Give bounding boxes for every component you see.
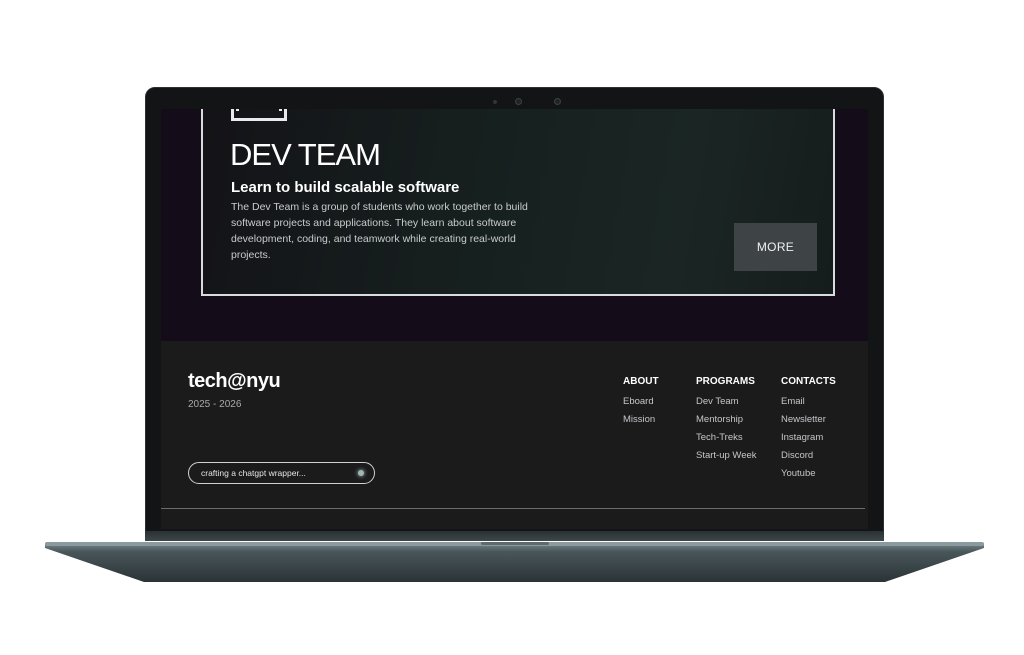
status-pill: crafting a chatgpt wrapper... [188,462,375,484]
sensor-dot-icon [493,100,497,104]
footer-link-mission[interactable]: Mission [623,411,659,429]
footer-link-mentorship[interactable]: Mentorship [696,411,757,429]
laptop-base [45,540,984,584]
footer-heading-programs: PROGRAMS [696,376,755,387]
footer-link-start-up-week[interactable]: Start-up Week [696,447,757,465]
monitor-stand-icon [231,109,287,121]
more-button[interactable]: MORE [734,223,817,271]
footer-column-programs: PROGRAMS Dev Team Mentorship Tech-Treks … [696,376,757,465]
site-footer: tech@nyu 2025 - 2026 crafting a chatgpt … [161,341,868,529]
camera-icon [515,98,522,105]
footer-link-newsletter[interactable]: Newsletter [781,411,836,429]
footer-link-dev-team[interactable]: Dev Team [696,393,757,411]
program-description: The Dev Team is a group of students who … [231,201,528,261]
footer-link-email[interactable]: Email [781,393,836,411]
footer-heading-contacts: CONTACTS [781,376,836,387]
footer-column-contacts: CONTACTS Email Newsletter Instagram Disc… [781,376,836,483]
footer-heading-about: ABOUT [623,376,659,387]
laptop-screen: DEV TEAM Learn to build scalable softwar… [161,109,868,529]
program-title: DEV TEAM [230,137,381,172]
footer-link-eboard[interactable]: Eboard [623,393,659,411]
status-text: crafting a chatgpt wrapper... [201,468,306,478]
status-dot-icon [358,470,364,476]
footer-link-discord[interactable]: Discord [781,447,836,465]
program-card: DEV TEAM Learn to build scalable softwar… [201,109,835,296]
footer-link-youtube[interactable]: Youtube [781,465,836,483]
laptop-base-shape [45,542,984,582]
footer-column-about: ABOUT Eboard Mission [623,376,659,429]
brand-years: 2025 - 2026 [188,399,242,410]
footer-divider [161,508,865,509]
camera-lens-icon [554,98,561,105]
brand-logo[interactable]: tech@nyu [188,370,281,393]
camera-bar [146,88,883,110]
footer-link-tech-treks[interactable]: Tech-Treks [696,429,757,447]
laptop-mockup: DEV TEAM Learn to build scalable softwar… [0,0,1024,655]
program-subtitle: Learn to build scalable software [231,179,460,196]
footer-link-instagram[interactable]: Instagram [781,429,836,447]
